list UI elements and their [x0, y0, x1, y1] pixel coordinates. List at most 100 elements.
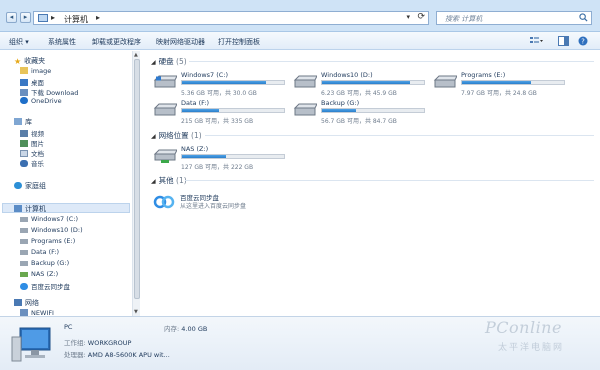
sidebar-item-desktop[interactable]: 桌面 — [20, 77, 44, 87]
sidebar-group-label: 家庭组 — [25, 182, 46, 190]
map-network-drive-button[interactable]: 映射网络驱动器 — [156, 37, 205, 47]
document-icon — [20, 150, 28, 157]
sidebar-group-homegroup[interactable]: 家庭组 — [14, 181, 46, 191]
drive-icon — [433, 75, 457, 88]
refresh-icon[interactable]: ⟳ — [417, 12, 425, 22]
breadcrumb-computer[interactable]: 计算机 — [64, 14, 88, 25]
drive-icon — [153, 103, 177, 116]
drive-tile[interactable]: Programs (E:) 7.97 GB 可用，共 24.8 GB — [433, 71, 573, 99]
baidu-cloud-tile[interactable]: 百度云同步盘 从这里进入百度云同步盘 — [153, 192, 313, 214]
drive-icon — [20, 250, 28, 255]
drive-tile[interactable]: Windows10 (D:) 6.23 GB 可用，共 45.9 GB — [293, 71, 433, 99]
sidebar-item-image[interactable]: image — [20, 67, 51, 75]
network-drive-tile[interactable]: NAS (Z:) 127 GB 可用，共 222 GB — [153, 145, 293, 173]
open-control-panel-button[interactable]: 打开控制面板 — [218, 37, 260, 47]
chevron-right-icon: ▸ — [51, 13, 56, 22]
usage-bar-fill — [462, 81, 532, 84]
sidebar-item-onedrive[interactable]: OneDrive — [20, 97, 62, 105]
sidebar-group-network[interactable]: 网络 — [14, 298, 39, 308]
computer-icon — [14, 205, 22, 212]
sidebar-item-documents[interactable]: 文档 — [20, 148, 44, 158]
organize-menu[interactable]: 组织 ▾ — [9, 37, 29, 47]
computer-icon — [38, 14, 48, 22]
forward-button[interactable]: ▸ — [20, 12, 31, 23]
sidebar-item-drive-e[interactable]: Programs (E:) — [20, 237, 75, 245]
sidebar-item-download[interactable]: 下载 Download — [20, 87, 78, 97]
drive-free-space: 7.97 GB 可用，共 24.8 GB — [461, 90, 537, 97]
section-divider — [205, 135, 594, 136]
drive-name: Windows7 (C:) — [181, 71, 229, 79]
sidebar-item-drive-f[interactable]: Data (F:) — [20, 248, 59, 256]
back-button[interactable]: ◂ — [6, 12, 17, 23]
drive-tile[interactable]: Backup (G:) 56.7 GB 可用，共 84.7 GB — [293, 99, 433, 127]
star-icon: ★ — [14, 57, 22, 66]
sidebar-item-label: OneDrive — [31, 97, 62, 105]
sidebar-scrollbar[interactable]: ▲ ▼ — [132, 51, 140, 316]
drive-icon — [20, 228, 28, 233]
drive-free-space: 6.23 GB 可用，共 45.9 GB — [321, 90, 397, 97]
command-bar: 组织 ▾ 系统属性 卸载或更改程序 映射网络驱动器 打开控制面板 ? — [0, 32, 600, 50]
sidebar-item-nas[interactable]: NAS (Z:) — [20, 270, 58, 278]
sidebar-group-libraries[interactable]: 库 — [14, 117, 32, 127]
sidebar-group-favorites[interactable]: ★ 收藏夹 — [14, 56, 45, 66]
sidebar-item-label: 下载 Download — [31, 89, 79, 97]
help-icon[interactable]: ? — [578, 36, 588, 46]
sidebar-group-label: 收藏夹 — [24, 57, 46, 65]
desktop-icon — [20, 79, 28, 86]
search-input[interactable]: 搜索 计算机 — [436, 11, 592, 25]
drive-tile[interactable]: Data (F:) 215 GB 可用，共 335 GB — [153, 99, 293, 127]
preview-pane-icon[interactable] — [558, 36, 569, 46]
chevron-down-icon[interactable]: ▾ — [406, 13, 410, 21]
scroll-down-icon[interactable]: ▼ — [134, 309, 138, 315]
video-icon — [20, 130, 28, 137]
section-network-locations[interactable]: ◢ 网络位置 (1) — [151, 130, 202, 141]
processor-label: 处理器: — [64, 351, 86, 359]
sidebar-group-label: 计算机 — [25, 205, 46, 213]
uninstall-program-button[interactable]: 卸载或更改程序 — [92, 37, 141, 47]
search-icon[interactable] — [579, 13, 588, 22]
scroll-up-icon[interactable]: ▲ — [134, 52, 138, 58]
sidebar-group-label: 网络 — [25, 299, 39, 307]
workgroup-value: WORKGROUP — [87, 339, 132, 347]
usage-bar-fill — [182, 155, 226, 158]
sidebar-item-label: 百度云同步盘 — [31, 283, 70, 291]
system-properties-button[interactable]: 系统属性 — [48, 37, 76, 47]
drive-tile[interactable]: Windows7 (C:) 5.36 GB 可用，共 30.0 GB — [153, 71, 293, 99]
drive-free-space: 56.7 GB 可用，共 84.7 GB — [321, 118, 397, 125]
sidebar-item-drive-g[interactable]: Backup (G:) — [20, 259, 69, 267]
sidebar-item-label: Windows7 (C:) — [31, 215, 79, 223]
sidebar-item-drive-d[interactable]: Windows10 (D:) — [20, 226, 83, 234]
section-label: 网络位置 — [158, 131, 189, 140]
collapse-icon[interactable]: ◢ — [151, 178, 156, 185]
network-icon — [14, 299, 22, 306]
sidebar-item-music[interactable]: 音乐 — [20, 158, 44, 168]
network-drive-icon — [153, 149, 177, 163]
section-label: 其他 — [158, 176, 174, 185]
drive-free-space: 215 GB 可用，共 335 GB — [181, 118, 254, 125]
sidebar-item-label: 桌面 — [31, 79, 44, 87]
section-other[interactable]: ◢ 其他 (1) — [151, 175, 187, 186]
collapse-icon[interactable]: ◢ — [151, 59, 156, 66]
address-bar[interactable]: ▸ 计算机 ▸ ▾ ⟳ — [33, 11, 429, 25]
processor-info: 处理器: AMD A8-5600K APU wit... — [64, 349, 170, 359]
sidebar-item-baidu-cloud[interactable]: 百度云同步盘 — [20, 281, 70, 291]
collapse-icon[interactable]: ◢ — [151, 133, 156, 140]
sidebar-item-label: 视频 — [31, 130, 44, 138]
sidebar-item-videos[interactable]: 视频 — [20, 128, 44, 138]
sidebar-item-label: 图片 — [31, 140, 44, 148]
baidu-cloud-icon — [153, 195, 175, 209]
section-hard-disks[interactable]: ◢ 硬盘 (5) — [151, 56, 187, 67]
search-placeholder: 搜索 计算机 — [445, 15, 483, 23]
chevron-down-icon: ▾ — [25, 38, 29, 46]
view-options-icon[interactable] — [530, 36, 544, 46]
sidebar-group-computer[interactable]: 计算机 — [14, 204, 46, 214]
drive-windows-icon — [153, 75, 177, 88]
sidebar-item-label: Programs (E:) — [31, 237, 76, 245]
scrollbar-thumb[interactable] — [134, 59, 140, 299]
sidebar-item-label: Backup (G:) — [31, 259, 70, 267]
sidebar-item-pictures[interactable]: 图片 — [20, 138, 44, 148]
sidebar-item-label: 文档 — [31, 150, 44, 158]
svg-text:?: ? — [581, 38, 585, 46]
sidebar-item-drive-c[interactable]: Windows7 (C:) — [20, 215, 78, 223]
drive-name: Backup (G:) — [321, 99, 360, 107]
